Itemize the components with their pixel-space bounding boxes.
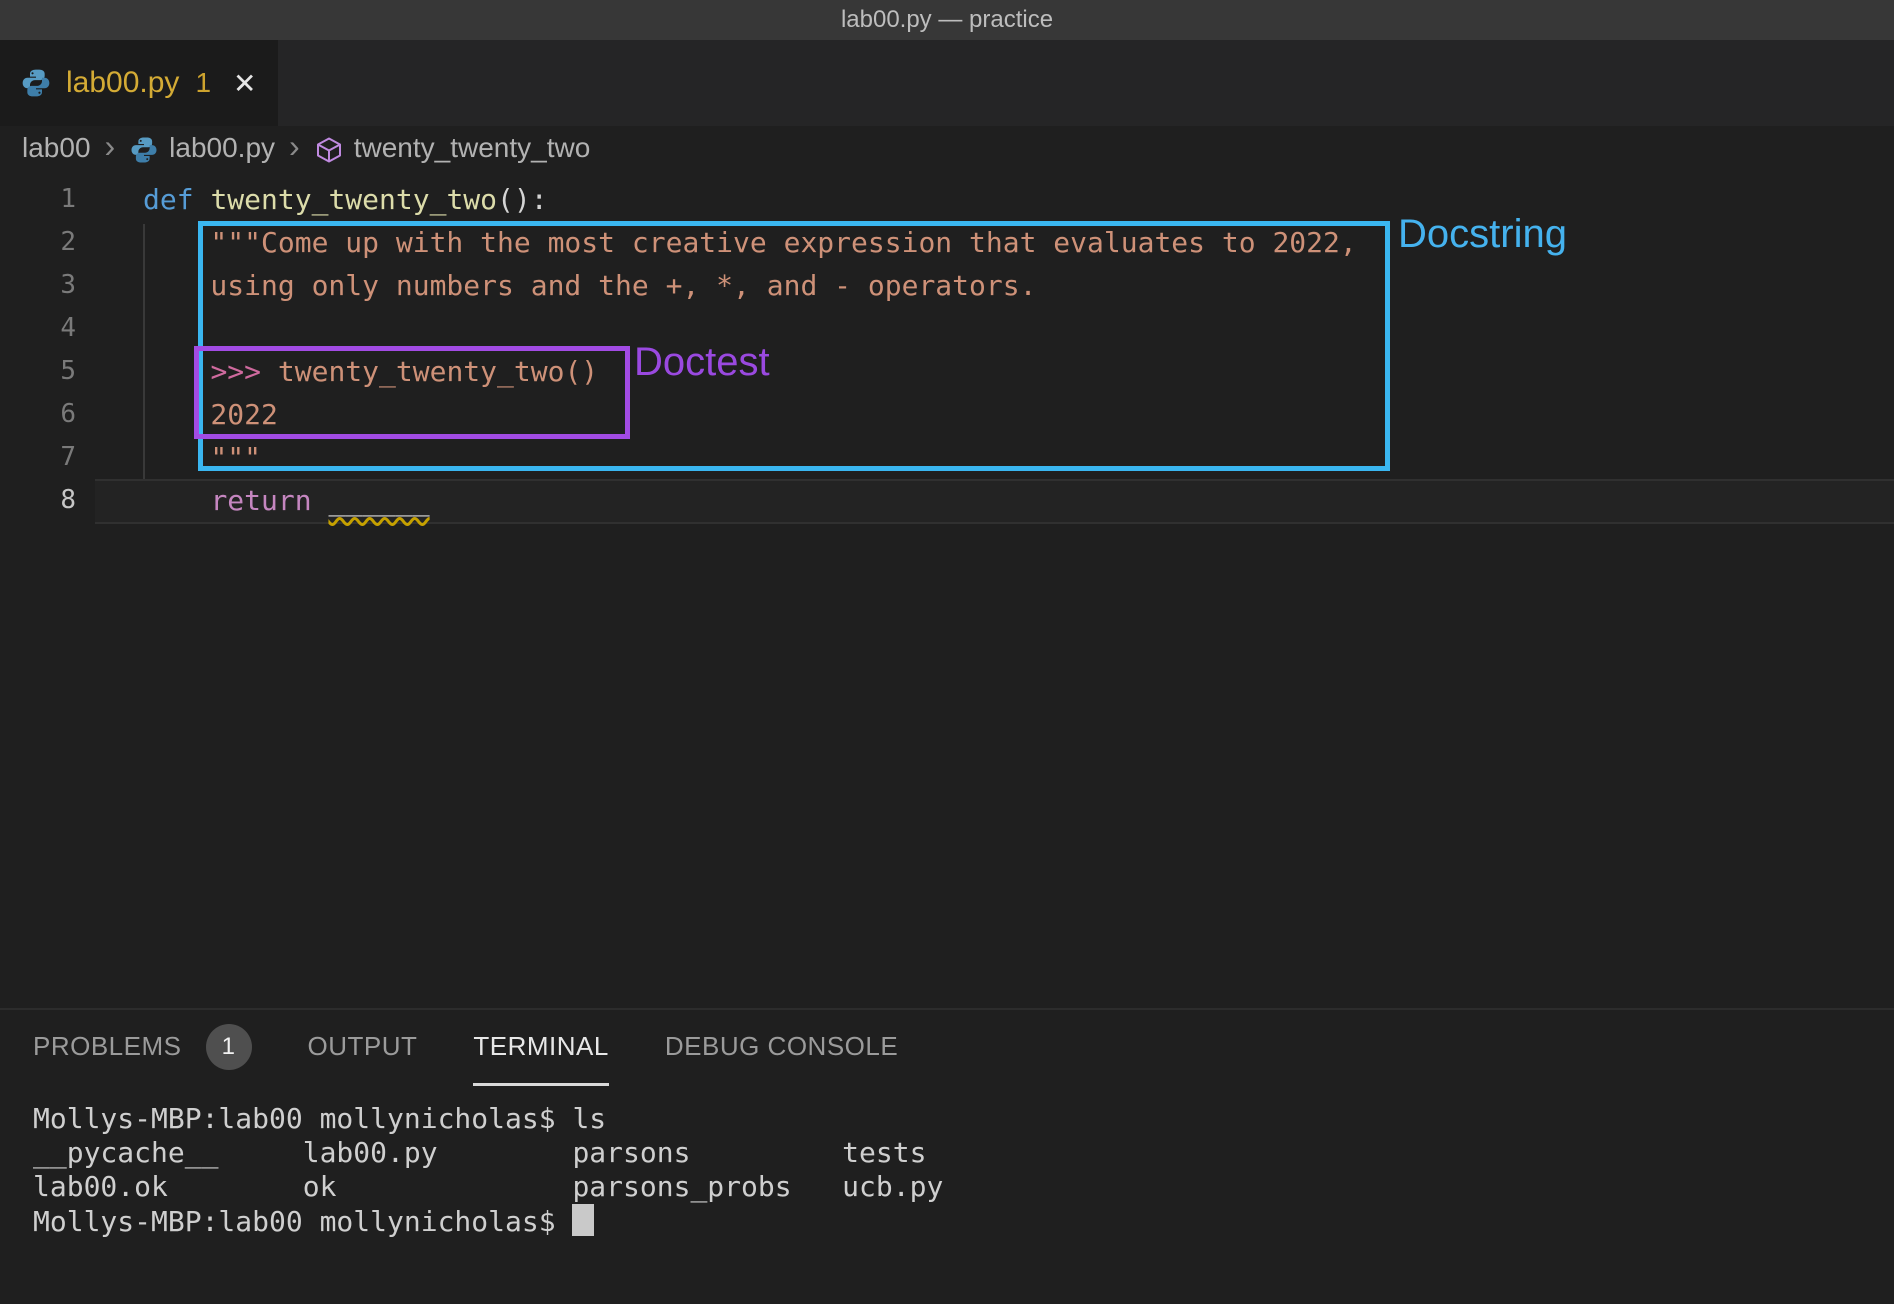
bottom-panel: PROBLEMS 1 OUTPUT TERMINAL DEBUG CONSOLE Mol… [0,1008,1894,1304]
panel-tabs: PROBLEMS 1 OUTPUT TERMINAL DEBUG CONSOLE [0,1010,1894,1086]
panel-tab-debug-console[interactable]: DEBUG CONSOLE [665,1010,898,1086]
breadcrumb-file[interactable]: lab00.py [169,132,275,164]
line-number: 5 [0,350,76,393]
code-token [194,183,211,216]
tab-warning-badge: 1 [195,67,211,99]
code-token: def [143,183,194,216]
code-token: using only numbers and the +, *, and - o… [143,269,1036,302]
tab-lab00py[interactable]: lab00.py 1 ✕ [0,40,278,126]
line-number: 1 [0,178,76,221]
chevron-right-icon: › [289,130,300,162]
code-token [143,484,210,517]
panel-tab-terminal[interactable]: TERMINAL [473,1010,608,1086]
line-number: 4 [0,307,76,350]
code-text [76,307,143,350]
code-token: """ [143,441,261,474]
doctest-annotation-label: Doctest [634,340,770,385]
code-line[interactable]: 7 """ [0,436,1894,479]
terminal-line: lab00.ok ok parsons_probs ucb.py [33,1170,1894,1204]
tab-bar: lab00.py 1 ✕ [0,40,1894,126]
code-text: using only numbers and the +, *, and - o… [76,264,1036,307]
code-token [143,355,210,388]
symbol-cube-icon [314,135,344,165]
python-file-icon [20,67,52,99]
code-token: 2022 [143,398,278,431]
code-token: return [210,484,311,517]
panel-tab-label: TERMINAL [473,1031,608,1062]
code-text: >>> twenty_twenty_two() [76,350,598,393]
code-token [312,484,329,517]
docstring-annotation-label: Docstring [1398,212,1567,257]
code-token: twenty_twenty_two [210,183,497,216]
code-text: return ______ [76,479,430,522]
code-token: twenty_twenty_two() [261,355,598,388]
window-title: lab00.py — practice [841,6,1053,34]
code-token: >>> [210,355,261,388]
terminal-line: Mollys-MBP:lab00 mollynicholas$ [33,1204,1894,1239]
titlebar: lab00.py — practice [0,0,1894,40]
line-number: 6 [0,393,76,436]
code-text: def twenty_twenty_two(): [76,178,548,221]
code-text: 2022 [76,393,278,436]
chevron-right-icon: › [105,130,116,162]
tab-label: lab00.py [66,66,179,100]
code-line[interactable]: 3 using only numbers and the +, *, and -… [0,264,1894,307]
vscode-window: lab00.py — practice lab00.py 1 ✕ lab00 ›… [0,0,1894,1304]
code-line[interactable]: 5 >>> twenty_twenty_two() [0,350,1894,393]
terminal-line: __pycache__ lab00.py parsons tests [33,1136,1894,1170]
code-line[interactable]: 1def twenty_twenty_two(): [0,178,1894,221]
line-number: 2 [0,221,76,264]
panel-tab-problems[interactable]: PROBLEMS 1 [33,1010,252,1086]
code-editor[interactable]: 1def twenty_twenty_two():2 """Come up wi… [0,170,1894,1008]
terminal-output[interactable]: Mollys-MBP:lab00 mollynicholas$ ls__pyca… [0,1086,1894,1239]
code-line[interactable]: 6 2022 [0,393,1894,436]
code-token: """Come up with the most creative expres… [143,226,1357,259]
code-lines: 1def twenty_twenty_two():2 """Come up wi… [0,170,1894,522]
panel-tab-label: DEBUG CONSOLE [665,1031,898,1062]
terminal-cursor [572,1204,594,1236]
breadcrumb-folder[interactable]: lab00 [22,132,91,164]
code-text: """Come up with the most creative expres… [76,221,1357,264]
terminal-line: Mollys-MBP:lab00 mollynicholas$ ls [33,1102,1894,1136]
close-icon[interactable]: ✕ [233,67,256,100]
code-line[interactable]: 4 [0,307,1894,350]
problems-count-badge: 1 [206,1024,252,1070]
code-line[interactable]: 2 """Come up with the most creative expr… [0,221,1894,264]
code-token: (): [497,183,548,216]
answer-blank-underscores: ______ [328,484,429,517]
code-line[interactable]: 8 return ______ [0,479,1894,522]
python-file-icon [129,135,159,165]
panel-tab-label: OUTPUT [308,1031,418,1062]
line-number: 3 [0,264,76,307]
panel-tab-output[interactable]: OUTPUT [308,1010,418,1086]
line-number: 8 [0,479,76,522]
breadcrumb: lab00 › lab00.py › twenty_twenty_two [0,126,1894,170]
line-number: 7 [0,436,76,479]
code-text: """ [76,436,261,479]
breadcrumb-symbol[interactable]: twenty_twenty_two [354,132,591,164]
panel-tab-label: PROBLEMS [33,1031,182,1062]
